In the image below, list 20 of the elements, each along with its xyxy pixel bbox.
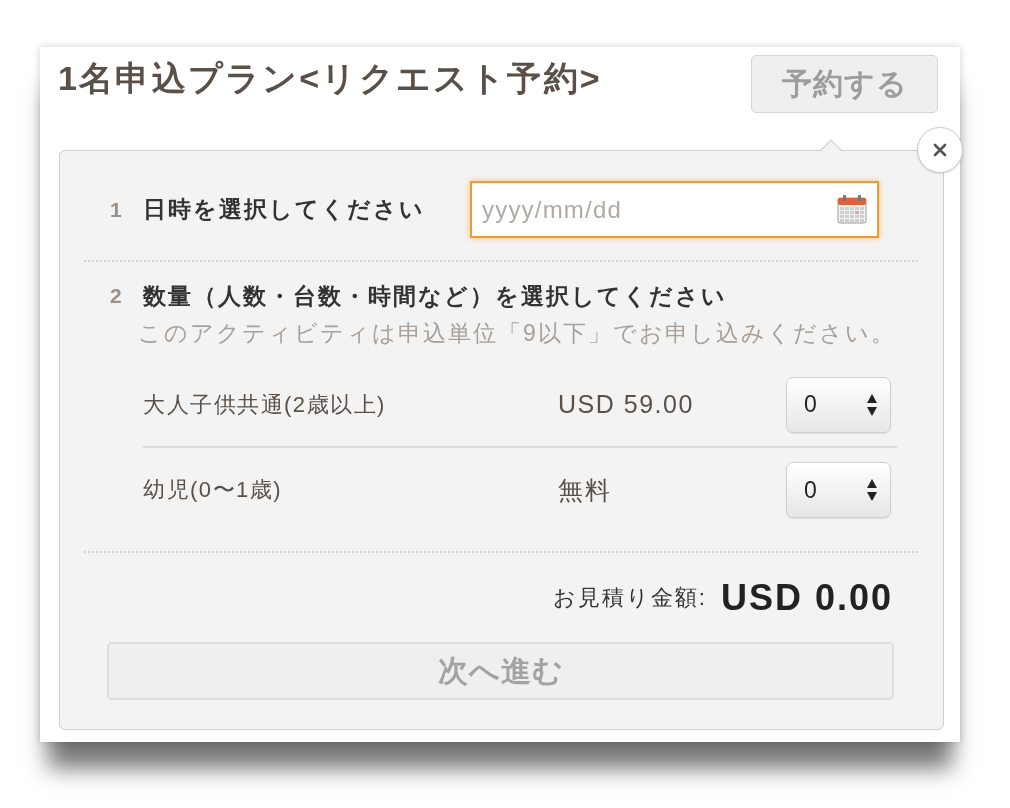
step-number: 1 [110,197,123,222]
ticket-name: 幼児(0〜1歳) [143,476,284,504]
quantity-select[interactable]: 0 [786,376,891,433]
step-label: 数量（人数・台数・時間など）を選択してください [143,281,727,311]
calendar-icon [837,194,867,224]
ticket-price: USD 59.00 [558,390,695,419]
estimate-amount: USD 0.00 [720,577,893,619]
estimate-label: お見積り金額: [552,584,707,612]
step-label: 日時を選択してください [143,195,425,224]
step-number: 2 [110,284,123,308]
close-icon [933,143,947,157]
ticket-name: 大人子供共通(2歳以上) [143,390,387,419]
plan-title: 1名申込プラン<リクエスト予約> [58,60,602,96]
close-button[interactable] [917,127,963,173]
date-field[interactable]: yyyy/mm/dd [470,181,879,238]
quantity-select[interactable]: 0 [786,462,891,518]
ticket-price: 無料 [558,474,612,506]
up-down-arrows-icon [866,392,878,417]
quantity-note: このアクティビティは申込単位「9以下」でお申し込みください。 [138,319,897,348]
up-down-arrows-icon [866,478,878,502]
